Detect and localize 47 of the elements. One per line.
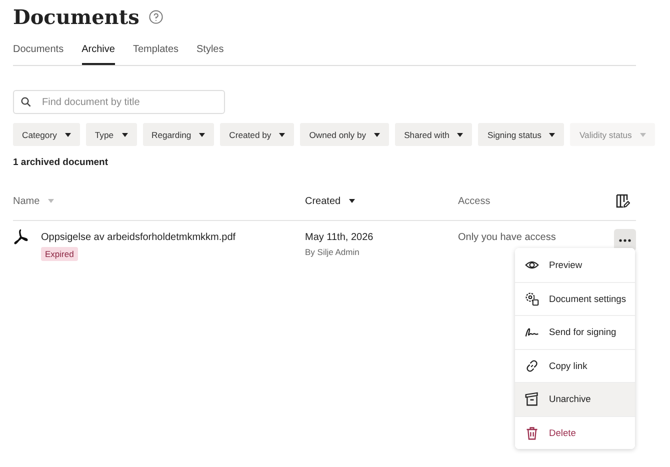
filter-dropdown[interactable]: Category bbox=[13, 123, 80, 146]
caret-icon bbox=[640, 132, 646, 136]
status-badge: Expired bbox=[41, 247, 78, 261]
caret-icon bbox=[122, 132, 128, 136]
column-header[interactable]: Created bbox=[305, 196, 458, 206]
filter-dropdown[interactable]: Created by bbox=[220, 123, 294, 146]
menu-item[interactable]: Unarchive bbox=[515, 382, 635, 416]
trash-icon bbox=[525, 426, 539, 440]
caret-icon bbox=[64, 132, 71, 136]
caret-icon bbox=[279, 132, 286, 136]
tab[interactable]: Styles bbox=[196, 38, 224, 65]
gear-icon bbox=[525, 292, 539, 306]
more-icon bbox=[619, 238, 631, 242]
caret-icon bbox=[549, 132, 556, 136]
menu-item[interactable]: Delete bbox=[515, 416, 635, 449]
signature-icon bbox=[525, 325, 539, 340]
created-by: By Silje Admin bbox=[305, 247, 360, 257]
tab[interactable]: Archive bbox=[82, 38, 115, 65]
menu-item[interactable]: Document settings bbox=[515, 282, 635, 315]
menu-item[interactable]: Copy link bbox=[515, 348, 635, 382]
filter-dropdown[interactable]: Signing status bbox=[478, 123, 564, 146]
link-icon bbox=[525, 358, 539, 373]
column-header[interactable]: Access bbox=[458, 196, 616, 206]
column-header[interactable]: Name bbox=[13, 196, 305, 206]
result-count: 1 archived document bbox=[13, 157, 110, 168]
created-date: May 11th, 2026 bbox=[305, 232, 374, 243]
filter-dropdown[interactable]: Regarding bbox=[142, 123, 214, 146]
menu-item[interactable]: Send for signing bbox=[515, 315, 635, 348]
box-icon bbox=[525, 392, 539, 406]
caret-icon bbox=[348, 199, 355, 203]
caret-icon bbox=[374, 132, 380, 136]
page-title: Documents bbox=[13, 5, 140, 29]
tab[interactable]: Documents bbox=[13, 38, 64, 65]
tab[interactable]: Templates bbox=[132, 38, 179, 65]
filter-dropdown[interactable]: Type bbox=[86, 123, 137, 146]
caret-icon bbox=[457, 132, 464, 136]
filter-dropdown[interactable]: Owned only by bbox=[300, 123, 390, 146]
help-icon[interactable] bbox=[149, 10, 164, 24]
filter-dropdown[interactable]: Shared with bbox=[395, 123, 472, 146]
column-settings-icon[interactable] bbox=[616, 194, 630, 208]
menu-item[interactable]: Preview bbox=[515, 248, 635, 282]
search-field[interactable]: Find document by title bbox=[13, 90, 225, 114]
caret-icon bbox=[48, 199, 54, 203]
pdf-icon bbox=[13, 229, 29, 245]
access-text: Only you have access bbox=[458, 232, 557, 243]
caret-icon bbox=[199, 132, 206, 136]
file-name[interactable]: Oppsigelse av arbeidsforholdetmkmkkm.pdf bbox=[41, 232, 305, 243]
